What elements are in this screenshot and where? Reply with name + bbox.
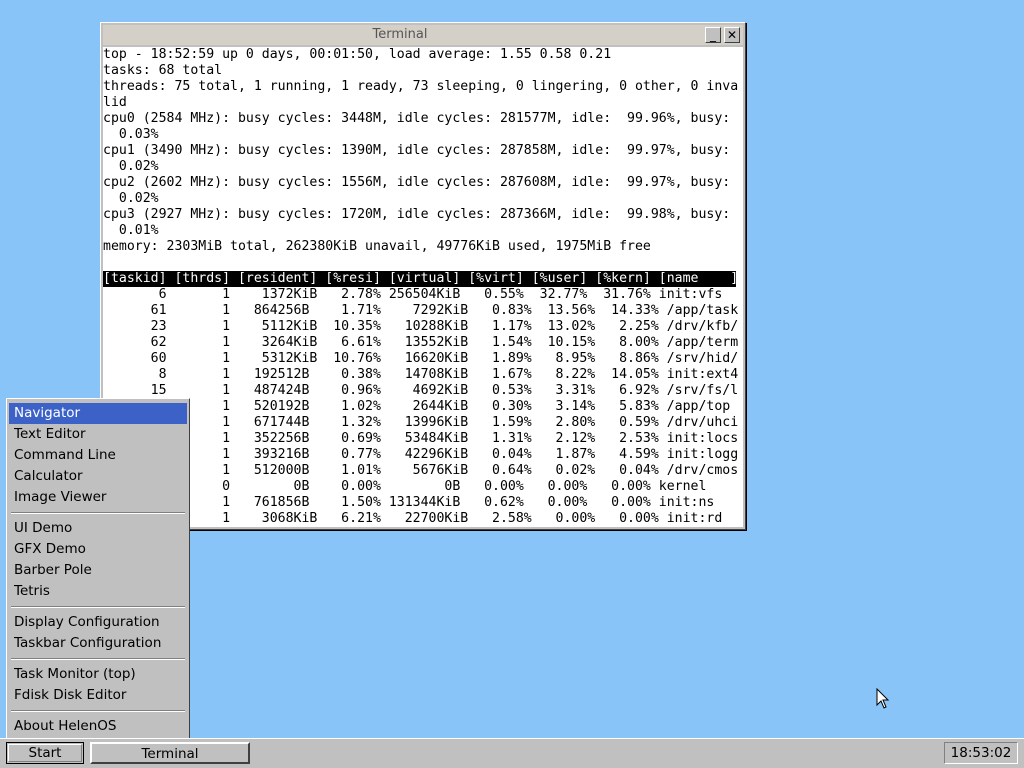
- taskbar-window-terminal[interactable]: Terminal: [90, 742, 250, 764]
- process-table-row: 6 1 1372KiB 2.78% 256504KiB 0.55% 32.77%…: [103, 287, 723, 302]
- minimize-button[interactable]: _: [705, 27, 721, 43]
- menu-separator: [11, 710, 185, 712]
- terminal-line: 0.02%: [103, 159, 159, 174]
- close-icon: ✕: [726, 28, 738, 42]
- terminal-line: cpu2 (2602 MHz): busy cycles: 1556M, idl…: [103, 175, 731, 190]
- terminal-window[interactable]: Terminal _ ✕ top - 18:52:59 up 0 days, 0…: [100, 22, 746, 530]
- mouse-pointer-icon: [876, 688, 890, 709]
- menu-item-ui-demo[interactable]: UI Demo: [9, 518, 187, 539]
- terminal-line: top - 18:52:59 up 0 days, 00:01:50, load…: [103, 47, 612, 62]
- menu-separator: [11, 512, 185, 514]
- terminal-line: threads: 75 total, 1 running, 1 ready, 7…: [103, 79, 739, 94]
- menu-item-display-configuration[interactable]: Display Configuration: [9, 612, 187, 633]
- start-button-label: Start: [28, 745, 62, 761]
- terminal-line: 0.02%: [103, 191, 159, 206]
- menu-item-fdisk-disk-editor[interactable]: Fdisk Disk Editor: [9, 685, 187, 706]
- process-table-row: 15 1 487424B 0.96% 4692KiB 0.53% 3.31% 6…: [103, 383, 739, 398]
- process-table-row: 23 1 5112KiB 10.35% 10288KiB 1.17% 13.02…: [103, 319, 739, 334]
- taskbar-window-label: Terminal: [141, 746, 199, 762]
- start-menu[interactable]: Navigator Text Editor Command Line Calculat…: [6, 398, 190, 740]
- terminal-line: cpu1 (3490 MHz): busy cycles: 1390M, idl…: [103, 143, 731, 158]
- window-title: Terminal: [372, 27, 428, 42]
- taskbar-clock: 18:53:02: [944, 742, 1018, 764]
- terminal-line: lid: [103, 95, 127, 110]
- menu-item-barber-pole[interactable]: Barber Pole: [9, 560, 187, 581]
- menu-item-text-editor[interactable]: Text Editor: [9, 424, 187, 445]
- menu-item-command-line[interactable]: Command Line: [9, 445, 187, 466]
- process-table-row: 61 1 864256B 1.71% 7292KiB 0.83% 13.56% …: [103, 303, 739, 318]
- process-table-row: 1 393216B 0.77% 42296KiB 0.04% 1.87% 4.5…: [103, 447, 739, 462]
- process-table-row: 1 671744B 1.32% 13996KiB 1.59% 2.80% 0.5…: [103, 415, 739, 430]
- window-titlebar[interactable]: Terminal _ ✕: [103, 25, 743, 45]
- menu-item-about-helenos[interactable]: About HelenOS: [9, 716, 187, 737]
- menu-item-task-monitor-top[interactable]: Task Monitor (top): [9, 664, 187, 685]
- process-table-row: 1 3068KiB 6.21% 22700KiB 2.58% 0.00% 0.0…: [103, 511, 723, 526]
- terminal-line: 0.03%: [103, 127, 159, 142]
- menu-item-gfx-demo[interactable]: GFX Demo: [9, 539, 187, 560]
- process-table-row: 1 352256B 0.69% 53484KiB 1.31% 2.12% 2.5…: [103, 431, 739, 446]
- close-button[interactable]: ✕: [724, 27, 740, 43]
- menu-item-tetris[interactable]: Tetris: [9, 581, 187, 602]
- menu-item-calculator[interactable]: Calculator: [9, 466, 187, 487]
- start-button[interactable]: Start: [6, 742, 84, 764]
- terminal-line: cpu0 (2584 MHz): busy cycles: 3448M, idl…: [103, 111, 731, 126]
- taskbar: Start Terminal 18:53:02: [0, 738, 1024, 768]
- process-table-row: 0 0B 0.00% 0B 0.00% 0.00% 0.00% kernel: [103, 479, 707, 494]
- process-table-row: 8 1 192512B 0.38% 14708KiB 1.67% 8.22% 1…: [103, 367, 739, 382]
- terminal-line: memory: 2303MiB total, 262380KiB unavail…: [103, 239, 651, 254]
- menu-item-navigator[interactable]: Navigator: [9, 403, 187, 424]
- menu-separator: [11, 658, 185, 660]
- terminal-line: 0.01%: [103, 223, 159, 238]
- process-table-row: 1 512000B 1.01% 5676KiB 0.64% 0.02% 0.04…: [103, 463, 739, 478]
- terminal-output[interactable]: top - 18:52:59 up 0 days, 00:01:50, load…: [103, 47, 743, 527]
- terminal-line: tasks: 68 total: [103, 63, 223, 78]
- process-table-row: 62 1 3264KiB 6.61% 13552KiB 1.54% 10.15%…: [103, 335, 739, 350]
- minimize-icon: _: [710, 28, 716, 42]
- process-table-row: 1 761856B 1.50% 131344KiB 0.62% 0.00% 0.…: [103, 495, 715, 510]
- menu-separator: [11, 606, 185, 608]
- terminal-line: cpu3 (2927 MHz): busy cycles: 1720M, idl…: [103, 207, 731, 222]
- menu-item-taskbar-configuration[interactable]: Taskbar Configuration: [9, 633, 187, 654]
- menu-item-image-viewer[interactable]: Image Viewer: [9, 487, 187, 508]
- process-table-header: [taskid] [thrds] [resident] [%resi] [vir…: [103, 271, 739, 287]
- process-table-row: 1 520192B 1.02% 2644KiB 0.30% 3.14% 5.83…: [103, 399, 731, 414]
- process-table-row: 60 1 5312KiB 10.76% 16620KiB 1.89% 8.95%…: [103, 351, 739, 366]
